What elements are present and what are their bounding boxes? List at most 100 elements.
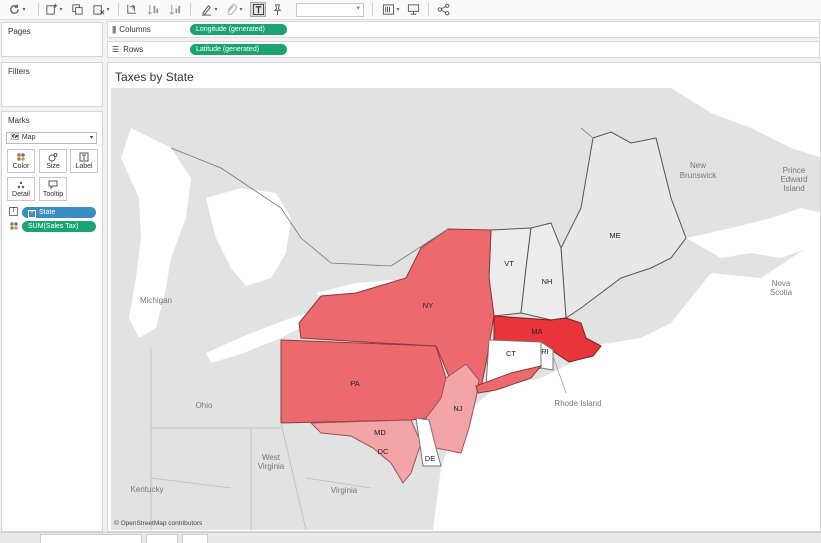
tooltip-button-label: Tooltip [42, 191, 64, 198]
clear-sheet-button[interactable]: ▾ [90, 2, 112, 17]
label-icon [79, 152, 89, 162]
presentation-icon [407, 4, 420, 15]
highlight-button[interactable]: ▾ [198, 2, 220, 17]
swap-rows-columns-button[interactable] [124, 2, 139, 17]
columns-label: Columns [119, 25, 151, 34]
rows-label-wrap: ☰ Rows [112, 45, 143, 54]
label-ohio: Ohio [196, 401, 213, 410]
label-nh: NH [542, 277, 553, 286]
state-pa[interactable] [280, 339, 450, 424]
label-pa: PA [350, 379, 359, 388]
pages-title: Pages [8, 27, 31, 36]
group-button[interactable]: ▾ [224, 2, 244, 17]
label-rhode-island: Rhode Island [554, 399, 601, 408]
sort-descending-button[interactable] [168, 2, 183, 17]
label-vt: VT [504, 259, 514, 268]
text-label-icon [252, 3, 264, 16]
pin-icon [273, 4, 281, 16]
refresh-icon [10, 4, 20, 14]
label-nova-scotia-2: Scotia [770, 288, 793, 297]
sales-tax-pill-label: SUM(Sales Tax) [28, 223, 79, 230]
label-pei-1: Prince [783, 166, 806, 175]
filters-shelf[interactable]: Filters [1, 62, 103, 107]
label-michigan: Michigan [140, 296, 172, 305]
swap-icon [127, 4, 137, 14]
presentation-mode-button[interactable] [406, 2, 421, 17]
color-button-label: Color [12, 163, 30, 170]
mark-type-value: Map [21, 134, 36, 141]
paperclip-icon [227, 4, 238, 16]
label-md: MD [374, 428, 386, 437]
view-area: Taxes by State ME VT NH NY MA CT RI PA N… [107, 62, 821, 532]
marks-card: Marks [1, 111, 103, 532]
columns-icon: ||| [112, 25, 116, 34]
label-ri: RI [541, 347, 549, 356]
size-button[interactable]: Size [39, 149, 67, 173]
clear-sheet-icon [93, 5, 105, 15]
label-west-virginia-1: West [262, 453, 281, 462]
color-dots-icon [17, 153, 25, 161]
label-button[interactable]: Label [70, 149, 98, 173]
map-mark-icon: 🗺 [11, 134, 20, 141]
label-de: DE [425, 454, 435, 463]
refresh-button[interactable]: ▾ [6, 2, 28, 17]
share-button[interactable] [436, 2, 451, 17]
pages-shelf[interactable]: Pages [1, 22, 103, 57]
label-encoding-icon: T [9, 207, 18, 216]
columns-label-wrap: ||| Columns [112, 25, 151, 34]
label-pei-3: Island [783, 184, 804, 193]
latitude-pill[interactable]: Latitude (generated) [190, 44, 287, 55]
label-nova-scotia-1: Nova [772, 279, 791, 288]
label-ct: CT [506, 349, 516, 358]
share-icon [437, 3, 450, 16]
longitude-pill[interactable]: Longitude (generated) [190, 24, 287, 35]
duplicate-icon [72, 4, 83, 15]
color-button[interactable]: Color [7, 149, 35, 173]
state-pill[interactable]: + State [22, 207, 96, 218]
columns-shelf[interactable]: ||| Columns Longitude (generated) [107, 21, 820, 38]
map-attribution[interactable]: © OpenStreetMap contributors [114, 519, 203, 527]
label-ny: NY [423, 301, 433, 310]
toolbar: ▾ ▾ ▾ ▾ ▾ ▾ [0, 0, 821, 20]
tooltip-icon [48, 180, 58, 190]
show-cards-button[interactable]: ▾ [380, 2, 402, 17]
label-button-label: Label [75, 163, 93, 170]
sort-descending-icon [169, 4, 181, 15]
longitude-pill-label: Longitude (generated) [196, 26, 265, 33]
plus-box-icon: + [28, 210, 36, 218]
sort-ascending-button[interactable] [146, 2, 161, 17]
pin-axes-button[interactable] [270, 2, 284, 17]
label-nj: NJ [453, 404, 462, 413]
map[interactable]: ME VT NH NY MA CT RI PA NJ MD DE DC New … [111, 88, 821, 530]
rows-shelf[interactable]: ☰ Rows Latitude (generated) [107, 41, 820, 58]
fit-dropdown[interactable] [296, 3, 364, 17]
label-new-brunswick-1: New [690, 161, 706, 170]
filters-title: Filters [8, 67, 30, 76]
marks-title: Marks [8, 116, 30, 125]
view-title: Taxes by State [115, 70, 194, 84]
label-ma: MA [531, 327, 542, 336]
rows-label: Rows [123, 45, 144, 54]
detail-button[interactable]: Detail [7, 177, 35, 201]
new-worksheet-icon [46, 3, 58, 15]
label-kentucky: Kentucky [131, 485, 164, 494]
color-encoding-icon [9, 221, 19, 231]
tooltip-button[interactable]: Tooltip [39, 177, 67, 201]
duplicate-button[interactable] [70, 2, 85, 17]
detail-button-label: Detail [12, 191, 30, 198]
new-worksheet-button[interactable]: ▾ [43, 2, 65, 17]
show-labels-button[interactable] [250, 2, 266, 17]
detail-icon [17, 181, 25, 189]
state-pill-label: State [39, 209, 56, 216]
highlighter-icon [202, 5, 212, 16]
label-pei-2: Edward [780, 175, 807, 184]
label-dc: DC [378, 447, 389, 456]
latitude-pill-label: Latitude (generated) [196, 46, 260, 53]
size-icon [48, 153, 58, 162]
sort-ascending-icon [147, 4, 159, 15]
mark-type-dropdown[interactable]: 🗺 Map ▾ [6, 132, 97, 144]
cards-icon [383, 4, 395, 15]
label-virginia: Virginia [331, 486, 358, 495]
sales-tax-pill[interactable]: SUM(Sales Tax) [22, 221, 96, 232]
label-me: ME [609, 231, 620, 240]
